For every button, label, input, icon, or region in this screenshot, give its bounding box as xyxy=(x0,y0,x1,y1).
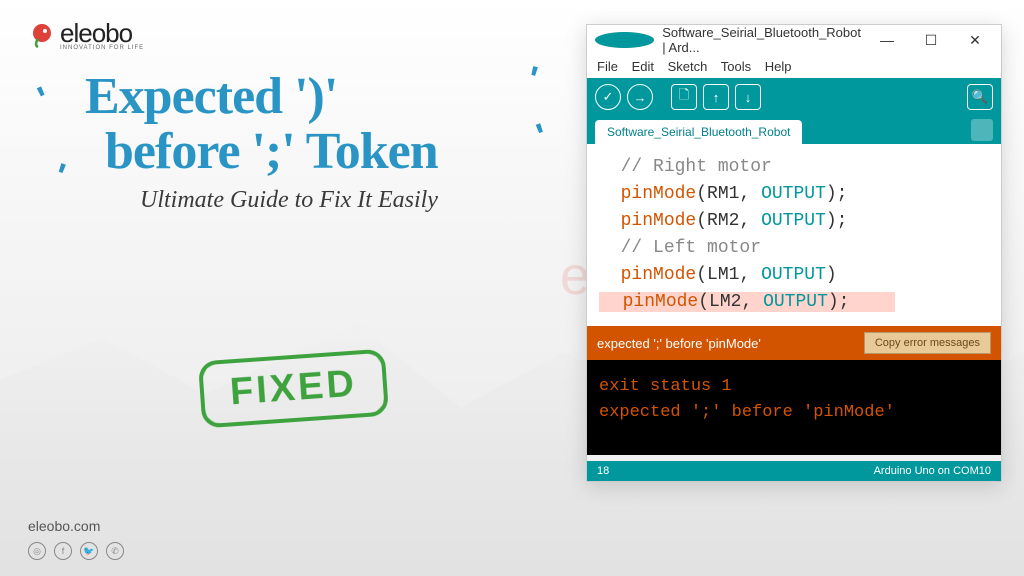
save-button[interactable]: ↓ xyxy=(735,84,761,110)
open-button[interactable]: ↑ xyxy=(703,84,729,110)
error-text: expected ';' before 'pinMode' xyxy=(597,336,761,351)
footer-url: eleobo.com xyxy=(28,518,124,534)
menu-edit[interactable]: Edit xyxy=(632,59,654,74)
tab-menu-button[interactable] xyxy=(971,119,993,141)
sketch-tab[interactable]: Software_Seirial_Bluetooth_Robot xyxy=(595,120,802,144)
logo-tagline: INNOVATION FOR LIFE xyxy=(60,45,144,51)
title-line-2: before ';' Token xyxy=(105,125,585,180)
menu-tools[interactable]: Tools xyxy=(721,59,751,74)
serial-monitor-button[interactable]: 🔍 xyxy=(967,84,993,110)
console-line: exit status 1 xyxy=(599,374,989,400)
code-line: // Left motor xyxy=(599,235,989,262)
code-editor[interactable]: // Right motor pinMode(RM1, OUTPUT); pin… xyxy=(587,144,1001,326)
fixed-stamp: FIXED xyxy=(198,349,389,429)
headline: Expected ')' before ';' Token Ultimate G… xyxy=(85,70,585,214)
arduino-ide-window: Software_Seirial_Bluetooth_Robot | Ard..… xyxy=(586,24,1002,482)
verify-button[interactable]: ✓ xyxy=(595,84,621,110)
window-title: Software_Seirial_Bluetooth_Robot | Ard..… xyxy=(662,25,861,55)
maximize-button[interactable]: ☐ xyxy=(913,32,949,49)
output-console[interactable]: exit status 1 expected ';' before 'pinMo… xyxy=(587,360,1001,455)
minimize-button[interactable]: — xyxy=(869,32,905,48)
code-line: pinMode(LM1, OUTPUT) xyxy=(599,262,989,289)
menu-bar[interactable]: File Edit Sketch Tools Help xyxy=(587,55,1001,78)
upload-button[interactable]: → xyxy=(627,84,653,110)
instagram-icon[interactable]: ◎ xyxy=(28,542,46,560)
arduino-icon xyxy=(595,32,654,48)
status-line-number: 18 xyxy=(597,465,609,477)
menu-sketch[interactable]: Sketch xyxy=(668,59,708,74)
error-banner: expected ';' before 'pinMode' Copy error… xyxy=(587,326,1001,360)
decorative-accent: ' xyxy=(48,155,70,197)
code-line-error: pinMode(LM2, OUTPUT); xyxy=(599,289,989,316)
whatsapp-icon[interactable]: ✆ xyxy=(106,542,124,560)
code-line: pinMode(RM1, OUTPUT); xyxy=(599,181,989,208)
menu-file[interactable]: File xyxy=(597,59,618,74)
code-line: // Right motor xyxy=(599,154,989,181)
tab-bar: Software_Seirial_Bluetooth_Robot xyxy=(587,116,1001,144)
footer: eleobo.com ◎ f 🐦 ✆ xyxy=(28,518,124,560)
close-button[interactable]: ✕ xyxy=(957,32,993,49)
menu-help[interactable]: Help xyxy=(765,59,792,74)
toolbar: ✓ → 🗋 ↑ ↓ 🔍 xyxy=(587,78,1001,116)
copy-errors-button[interactable]: Copy error messages xyxy=(864,332,991,354)
decorative-accent: ' xyxy=(32,78,58,120)
window-titlebar[interactable]: Software_Seirial_Bluetooth_Robot | Ard..… xyxy=(587,25,1001,55)
brand-logo: eleobo INNOVATION FOR LIFE xyxy=(28,18,144,51)
code-line: pinMode(RM2, OUTPUT); xyxy=(599,208,989,235)
twitter-icon[interactable]: 🐦 xyxy=(80,542,98,560)
console-line: expected ';' before 'pinMode' xyxy=(599,400,989,426)
status-board: Arduino Uno on COM10 xyxy=(874,465,991,477)
title-line-1: Expected ')' xyxy=(85,70,585,125)
new-button[interactable]: 🗋 xyxy=(671,84,697,110)
social-icons: ◎ f 🐦 ✆ xyxy=(28,542,124,560)
subtitle: Ultimate Guide to Fix It Easily xyxy=(140,187,585,214)
parrot-icon xyxy=(28,21,56,49)
status-bar: 18 Arduino Uno on COM10 xyxy=(587,461,1001,481)
facebook-icon[interactable]: f xyxy=(54,542,72,560)
